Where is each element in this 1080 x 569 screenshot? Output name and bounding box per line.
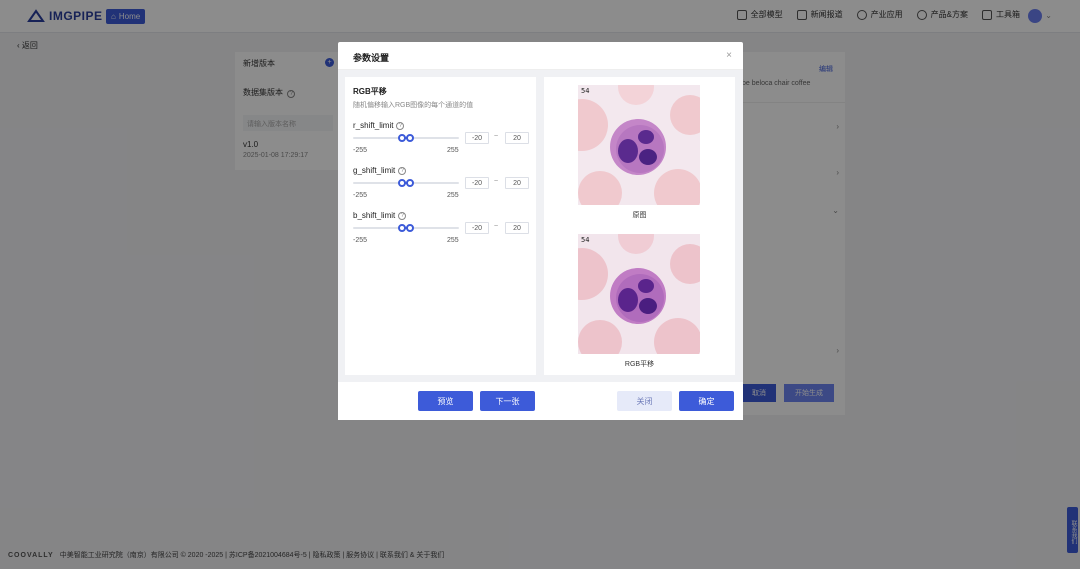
- augmentation-description: 随机偏移输入RGB图像的每个通道的值: [353, 102, 474, 109]
- augmentation-title: RGB平移: [353, 87, 387, 96]
- close-button[interactable]: 关闭: [617, 391, 672, 411]
- range-max-label: 255: [447, 147, 459, 154]
- range-separator: ~: [494, 178, 499, 185]
- range-min-label: -255: [353, 147, 368, 154]
- param-name: g_shift_limit: [353, 166, 396, 175]
- range-slider[interactable]: [353, 224, 459, 232]
- image-number: 54: [581, 87, 590, 95]
- param-b-shift-limit: b_shift_limit ? -20 ~ 20 -255 255: [353, 211, 531, 251]
- next-image-button[interactable]: 下一张: [480, 391, 535, 411]
- slider-handle-high[interactable]: [406, 134, 415, 142]
- help-icon[interactable]: ?: [398, 166, 407, 175]
- param-name: b_shift_limit: [353, 211, 396, 220]
- range-min-label: -255: [353, 192, 368, 199]
- confirm-button[interactable]: 确定: [679, 391, 734, 411]
- param-label: r_shift_limit ?: [353, 121, 405, 130]
- image-number: 54: [581, 236, 590, 244]
- range-separator: ~: [494, 223, 499, 230]
- parameter-settings-modal: 参数设置 × RGB平移 随机偏移输入RGB图像的每个通道的值 r_shift_…: [338, 42, 743, 420]
- close-icon[interactable]: ×: [726, 50, 732, 61]
- result-caption: RGB平移: [624, 361, 655, 368]
- param-label: b_shift_limit ?: [353, 211, 407, 220]
- range-max-label: 255: [447, 237, 459, 244]
- range-max-label: 255: [447, 192, 459, 199]
- help-icon[interactable]: ?: [396, 121, 405, 130]
- blood-cell-image: [578, 234, 700, 354]
- min-value-input[interactable]: -20: [465, 222, 489, 234]
- blood-cell-image: [578, 85, 700, 205]
- modal-title: 参数设置: [353, 53, 390, 63]
- max-value-input[interactable]: 20: [505, 222, 529, 234]
- modal-body: RGB平移 随机偏移输入RGB图像的每个通道的值 r_shift_limit ?…: [338, 70, 743, 382]
- slider-handle-high[interactable]: [406, 179, 415, 187]
- range-min-label: -255: [353, 237, 368, 244]
- slider-handle-low[interactable]: [397, 134, 406, 142]
- preview-pane: 54 原图 54 RGB平移: [544, 77, 735, 375]
- range-slider[interactable]: [353, 179, 459, 187]
- original-caption: 原图: [632, 212, 647, 219]
- slider-handle-low[interactable]: [397, 179, 406, 187]
- param-name: r_shift_limit: [353, 121, 394, 130]
- help-icon[interactable]: ?: [398, 211, 407, 220]
- param-g-shift-limit: g_shift_limit ? -20 ~ 20 -255 255: [353, 166, 531, 206]
- slider-handle-high[interactable]: [406, 224, 415, 232]
- modal-footer: 预览 下一张 关闭 确定: [338, 382, 743, 420]
- preview-button[interactable]: 预览: [418, 391, 473, 411]
- min-value-input[interactable]: -20: [465, 177, 489, 189]
- range-separator: ~: [494, 133, 499, 140]
- slider-handle-low[interactable]: [397, 224, 406, 232]
- original-image: 54: [578, 85, 700, 205]
- modal-header: 参数设置 ×: [338, 42, 743, 70]
- augmented-image: 54: [578, 234, 700, 354]
- param-label: g_shift_limit ?: [353, 166, 407, 175]
- param-r-shift-limit: r_shift_limit ? -20 ~ 20 -255 255: [353, 121, 531, 161]
- min-value-input[interactable]: -20: [465, 132, 489, 144]
- parameter-pane: RGB平移 随机偏移输入RGB图像的每个通道的值 r_shift_limit ?…: [345, 77, 536, 375]
- max-value-input[interactable]: 20: [505, 132, 529, 144]
- max-value-input[interactable]: 20: [505, 177, 529, 189]
- range-slider[interactable]: [353, 134, 459, 142]
